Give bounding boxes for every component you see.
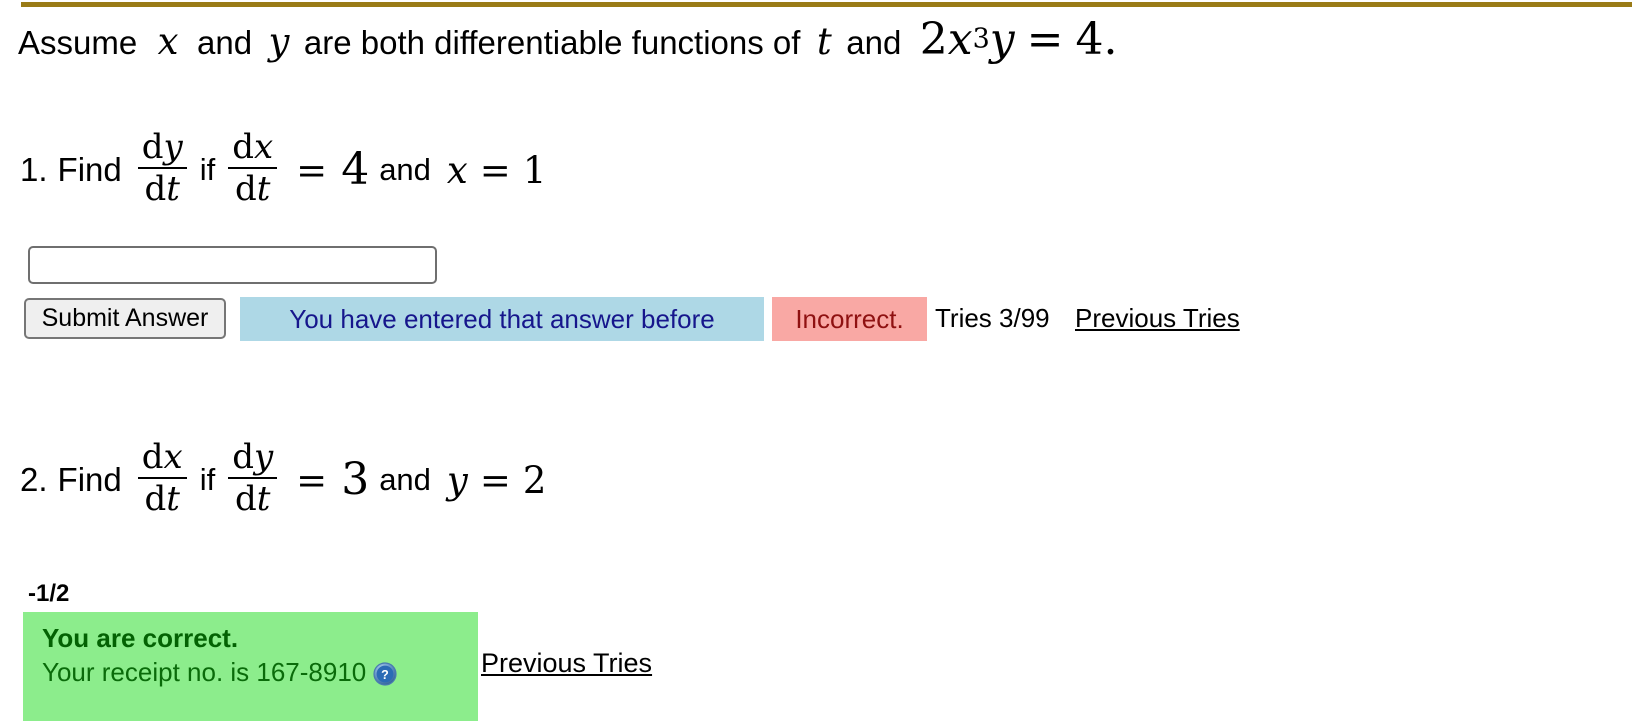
correct-heading-2: You are correct. [42, 623, 239, 653]
problem-2-given-den-d: d [234, 479, 257, 520]
problem-2-given-num-var: y [253, 437, 274, 477]
problem-1-given-fraction: dx dt [228, 127, 278, 210]
problem-1-target-den-d: d [144, 169, 167, 210]
problem-2-target-fraction: dx dt [137, 437, 187, 520]
problem-2-given-num-d: d [232, 437, 254, 477]
duplicate-answer-badge-1: You have entered that answer before [240, 297, 764, 341]
equation-exponent: 3 [972, 23, 990, 55]
problem-2-target-den-d: d [144, 479, 167, 520]
problem-2-target-den-var: t [166, 479, 180, 520]
problem-1-equals: = [296, 148, 328, 192]
tries-counter-1: Tries 3/99 [935, 303, 1050, 333]
equation-value: 4 [1075, 14, 1104, 65]
equation-equals: = [1026, 14, 1064, 65]
problem-1-given-den-var: t [256, 169, 271, 210]
problem-2-cond-equals: = [479, 458, 511, 502]
equation-coefficient: 2 [919, 14, 948, 65]
problem-1-find-word: Find [57, 151, 122, 189]
help-icon[interactable]: ? [373, 660, 397, 687]
problem-2-given-fraction: dy dt [228, 437, 278, 520]
correct-feedback-box-2: You are correct. Your receipt no. is 167… [23, 612, 478, 721]
statement-var-y: y [268, 20, 290, 63]
problem-1-target-den-var: t [166, 169, 180, 210]
problem-1-number: 1. [20, 151, 48, 189]
previous-tries-link-2[interactable]: Previous Tries [481, 648, 652, 679]
problem-1: 1. Find dy dt if dx dt = 4 and x = 1 [20, 127, 547, 210]
previous-tries-link-1[interactable]: Previous Tries [1075, 303, 1240, 334]
problem-statement: Assume x and y are both differentiable f… [18, 18, 1118, 62]
statement-and-1: and [197, 24, 253, 61]
problem-2-given-den-var: t [256, 479, 271, 520]
problem-2-number: 2. [20, 461, 48, 499]
statement-equation: 2x3y = 4. [920, 18, 1118, 62]
problem-1-and-word: and [379, 152, 431, 188]
problem-2-if-word: if [199, 462, 216, 498]
problem-2-given-value: 3 [341, 454, 370, 506]
problem-2-target-num-d: d [141, 437, 164, 477]
problem-2-cond-var: y [446, 458, 468, 502]
submitted-answer-value-2: -1/2 [28, 580, 70, 607]
problem-1-if-word: if [199, 152, 216, 188]
top-accent-rule [21, 2, 1632, 7]
problem-2-equals: = [296, 458, 328, 502]
statement-and-2: and [846, 24, 902, 61]
receipt-line-2: Your receipt no. is 167-8910 ? [42, 655, 478, 689]
statement-var-t: t [816, 20, 832, 63]
incorrect-status-badge-1: Incorrect. [772, 297, 927, 341]
problem-1-cond-equals: = [479, 148, 511, 192]
problem-1-cond-var: x [446, 148, 468, 192]
problem-1-given-value: 4 [341, 144, 370, 196]
statement-middle: are both differentiable functions of [303, 24, 801, 61]
problem-1-cond-value: 1 [522, 148, 547, 192]
problem-1-given-num-var: x [253, 127, 274, 167]
problem-1-given-num-d: d [232, 127, 254, 167]
submit-answer-button-1[interactable]: Submit Answer [24, 298, 226, 339]
problem-2: 2. Find dx dt if dy dt = 3 and y = 2 [20, 437, 547, 520]
problem-1-target-num-var: y [163, 127, 183, 167]
receipt-text-2: Your receipt no. is 167-8910 [42, 657, 367, 688]
equation-period: . [1103, 14, 1118, 65]
problem-1-given-den-d: d [234, 169, 257, 210]
problem-1-target-fraction: dy dt [137, 127, 187, 210]
problem-1-target-num-d: d [141, 127, 164, 167]
statement-lead: Assume [18, 24, 138, 61]
problem-2-cond-value: 2 [522, 458, 547, 502]
problem-2-and-word: and [379, 462, 431, 498]
equation-var-y: y [989, 14, 1015, 65]
problem-2-find-word: Find [57, 461, 122, 499]
answer-input-1[interactable] [28, 246, 437, 284]
svg-text:?: ? [381, 668, 389, 682]
problem-2-target-num-var: x [163, 437, 183, 477]
statement-var-x: x [157, 20, 179, 63]
equation-base: x [947, 14, 973, 65]
